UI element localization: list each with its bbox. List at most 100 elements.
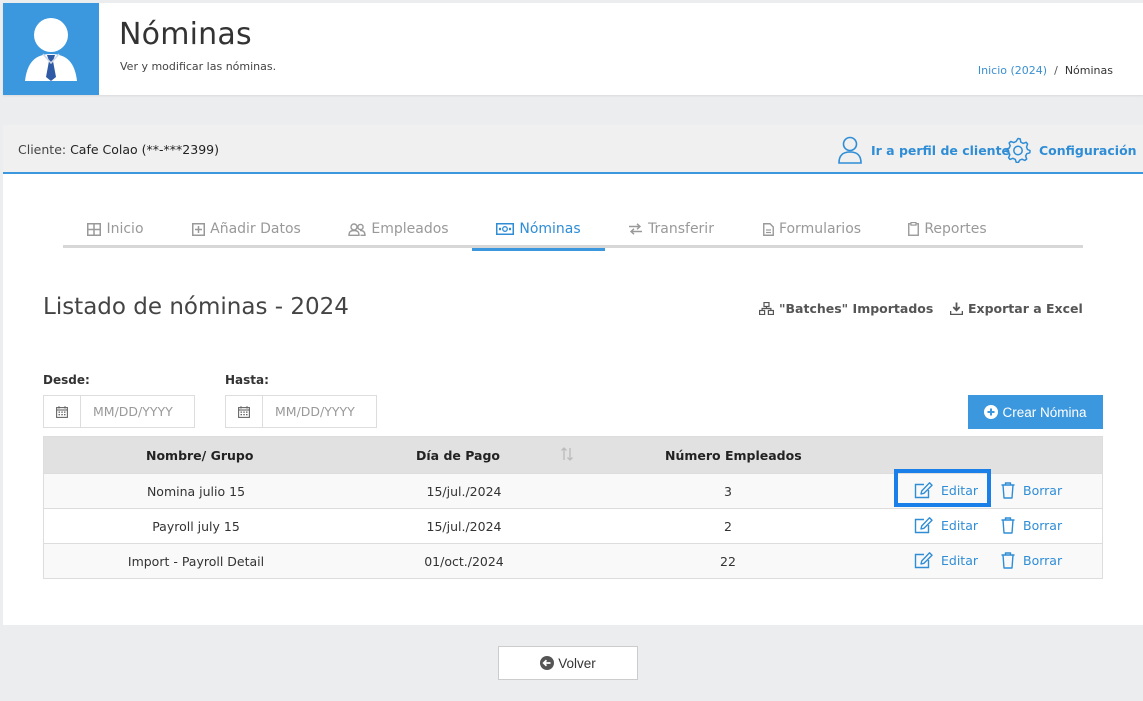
list-title: Listado de nóminas - 2024 [43, 294, 349, 320]
edit-button[interactable]: Editar [914, 517, 978, 534]
tab-transferir[interactable]: Transferir [605, 210, 737, 248]
client-value: Cafe Colao (**-***2399) [70, 142, 219, 157]
edit-label: Editar [941, 518, 979, 533]
download-icon [950, 302, 963, 315]
tab-formularios[interactable]: Formularios [737, 210, 887, 248]
delete-button[interactable]: Borrar [1001, 517, 1062, 534]
delete-label: Borrar [1023, 518, 1063, 533]
tab-anadir-datos-label: Añadir Datos [210, 221, 301, 237]
table-header: Nombre/ Grupo Día de Pago Número Emplead… [44, 437, 1102, 473]
tab-reportes[interactable]: Reportes [887, 210, 1008, 248]
create-payroll-button[interactable]: Crear Nómina [968, 395, 1103, 429]
tab-empleados-label: Empleados [371, 221, 449, 237]
tab-inicio-label: Inicio [106, 221, 144, 237]
plus-circle-icon [984, 405, 999, 419]
user-avatar [3, 3, 99, 95]
back-button[interactable]: Volver [498, 646, 638, 680]
client-profile-link[interactable]: Ir a perfil de cliente [837, 135, 1010, 165]
col-employees-header[interactable]: Número Empleados [665, 448, 802, 463]
delete-label: Borrar [1023, 553, 1063, 568]
tab-nominas-label: Nóminas [519, 221, 581, 237]
trash-icon [1001, 482, 1015, 499]
breadcrumb: Inicio (2024) / Nóminas [978, 64, 1113, 77]
row-name: Nomina julio 15 [146, 484, 246, 499]
sitemap-icon [759, 302, 774, 315]
money-bill-icon [496, 223, 515, 235]
payroll-table: Nombre/ Grupo Día de Pago Número Emplead… [43, 436, 1103, 579]
user-outline-icon [838, 136, 862, 164]
row-pay-date: 01/oct./2024 [424, 554, 504, 569]
delete-label: Borrar [1023, 483, 1063, 498]
edit-icon [914, 482, 933, 499]
tab-reportes-label: Reportes [924, 221, 987, 237]
row-pay-date: 15/jul./2024 [426, 519, 502, 534]
table-row: Payroll july 15 15/jul./2024 2 Editar Bo… [44, 508, 1102, 543]
tab-anadir-datos[interactable]: Añadir Datos [168, 210, 325, 248]
table-row: Import - Payroll Detail 01/oct./2024 22 … [44, 543, 1102, 578]
tab-inicio[interactable]: Inicio [63, 210, 168, 248]
row-employees: 2 [724, 519, 732, 534]
to-date-group [225, 395, 377, 428]
delete-button[interactable]: Borrar [1001, 482, 1062, 499]
page-header: Nóminas Ver y modificar las nóminas. Ini… [3, 3, 1143, 95]
file-icon [762, 222, 774, 236]
edit-icon [914, 552, 933, 569]
imported-batches-label: "Batches" Importados [779, 301, 934, 316]
to-date-label: Hasta: [225, 373, 269, 387]
export-excel-link[interactable]: Exportar a Excel [950, 301, 1083, 316]
gear-icon [1005, 137, 1031, 163]
row-name: Payroll july 15 [152, 519, 240, 534]
tab-transferir-label: Transferir [648, 221, 714, 237]
users-icon [348, 222, 367, 236]
col-paydate-header[interactable]: Día de Pago [416, 448, 500, 463]
arrow-left-circle-icon [540, 656, 555, 670]
calendar-icon[interactable] [44, 396, 81, 427]
client-profile-label: Ir a perfil de cliente [871, 142, 1011, 158]
main-card: Cliente: Cafe Colao (**-***2399) Ir a pe… [3, 125, 1143, 625]
breadcrumb-home-link[interactable]: Inicio (2024) [978, 64, 1047, 77]
tab-nominas[interactable]: Nóminas [472, 210, 605, 251]
edit-button[interactable]: Editar [914, 482, 978, 499]
calendar-icon[interactable] [226, 396, 263, 427]
row-employees: 3 [724, 484, 732, 499]
edit-icon [914, 517, 933, 534]
row-pay-date: 15/jul./2024 [426, 484, 502, 499]
delete-button[interactable]: Borrar [1001, 552, 1062, 569]
client-bar: Cliente: Cafe Colao (**-***2399) Ir a pe… [3, 125, 1143, 174]
trash-icon [1001, 552, 1015, 569]
client-label: Cliente: [18, 142, 67, 157]
main-tabs: Inicio Añadir Datos Empleados Nóminas Tr… [63, 210, 1083, 251]
exchange-icon [628, 223, 643, 235]
export-excel-label: Exportar a Excel [968, 301, 1083, 316]
user-tie-icon [25, 18, 77, 81]
edit-label: Editar [941, 483, 979, 498]
row-name: Import - Payroll Detail [127, 554, 265, 569]
sort-icon[interactable] [561, 447, 573, 464]
breadcrumb-separator: / [1054, 64, 1058, 77]
from-date-group [43, 395, 195, 428]
settings-link[interactable]: Configuración [1005, 135, 1137, 165]
edit-button[interactable]: Editar [914, 552, 978, 569]
row-employees: 22 [720, 554, 736, 569]
tab-empleados[interactable]: Empleados [325, 210, 472, 248]
plus-square-icon [192, 222, 206, 236]
table-body: Nomina julio 15 15/jul./2024 3 Editar Bo… [44, 469, 1102, 578]
clipboard-icon [908, 222, 920, 236]
back-label: Volver [558, 655, 596, 671]
tab-formularios-label: Formularios [778, 221, 862, 237]
from-date-input[interactable] [81, 396, 194, 427]
trash-icon [1001, 517, 1015, 534]
page-title: Nóminas [119, 17, 252, 52]
create-payroll-label: Crear Nómina [1002, 404, 1087, 420]
breadcrumb-current: Nóminas [1064, 64, 1113, 77]
imported-batches-link[interactable]: "Batches" Importados [759, 301, 933, 316]
client-info: Cliente: Cafe Colao (**-***2399) [18, 142, 219, 157]
col-name-header[interactable]: Nombre/ Grupo [146, 448, 253, 463]
page-subtitle: Ver y modificar las nóminas. [120, 60, 277, 73]
from-date-label: Desde: [43, 373, 90, 387]
table-row: Nomina julio 15 15/jul./2024 3 Editar Bo… [44, 469, 1102, 508]
to-date-input[interactable] [263, 396, 376, 427]
table-icon [87, 222, 102, 236]
settings-label: Configuración [1039, 142, 1137, 158]
edit-label: Editar [941, 553, 979, 568]
